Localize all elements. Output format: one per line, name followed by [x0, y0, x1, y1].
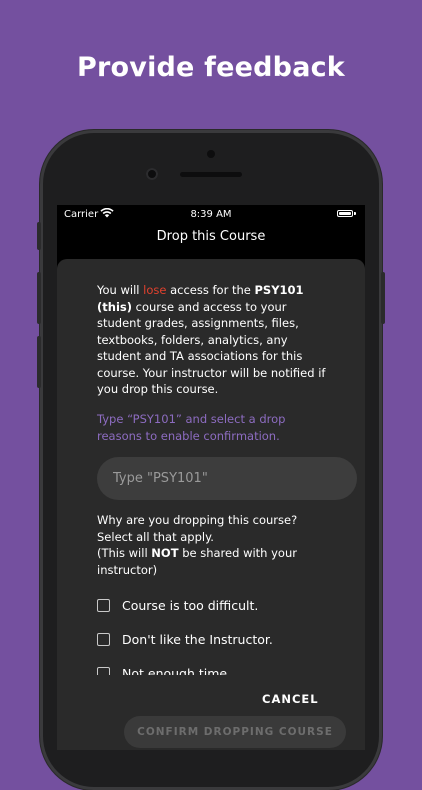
reason-prompt-line-1: Why are you dropping this course? Select… — [97, 513, 298, 544]
warning-part-2: access for the — [166, 283, 255, 297]
battery-icon — [337, 210, 353, 217]
volume-up-button — [37, 272, 41, 324]
volume-down-button — [37, 336, 41, 388]
reason-label: Don't like the Instructor. — [122, 631, 273, 647]
reason-prompt: Why are you dropping this course? Select… — [97, 512, 333, 578]
drop-warning-text: You will lose access for the PSY101 (thi… — [97, 282, 333, 398]
battery-tip — [354, 212, 356, 215]
earpiece-speaker — [180, 172, 242, 177]
front-camera — [146, 168, 158, 180]
proximity-sensor — [207, 150, 215, 158]
status-time: 8:39 AM — [190, 209, 232, 220]
checkbox[interactable] — [97, 598, 110, 612]
warning-part-1: You will — [97, 283, 144, 297]
reason-label: Course is too difficult. — [122, 597, 259, 613]
confirmation-hint: Type “PSY101” and select a drop reasons … — [97, 412, 286, 443]
reason-option-dislike-instructor[interactable]: Don't like the Instructor. — [97, 628, 333, 650]
reason-prompt-note-bold: NOT — [151, 546, 179, 560]
warning-lose-word: lose — [143, 283, 167, 297]
warning-part-3: course and access to your student grades… — [97, 299, 326, 397]
phone-screen: Carrier 8:39 AM Drop this Course You wil… — [57, 205, 365, 750]
promo-headline: Provide feedback — [77, 52, 345, 83]
power-button — [381, 272, 385, 324]
status-bar: Carrier 8:39 AM — [57, 205, 365, 225]
cancel-button[interactable]: CANCEL — [262, 692, 319, 706]
checkbox[interactable] — [97, 632, 110, 646]
reason-option-too-difficult[interactable]: Course is too difficult. — [97, 594, 333, 616]
course-code-input[interactable] — [97, 457, 357, 500]
reason-prompt-note-pre: (This will — [97, 546, 152, 560]
screen-title: Drop this Course — [156, 229, 266, 244]
confirm-drop-button[interactable]: CONFIRM DROPPING COURSE — [124, 716, 346, 748]
reason-prompt-line-2: (This will NOT be shared with your instr… — [97, 545, 333, 578]
mute-switch — [37, 222, 41, 250]
